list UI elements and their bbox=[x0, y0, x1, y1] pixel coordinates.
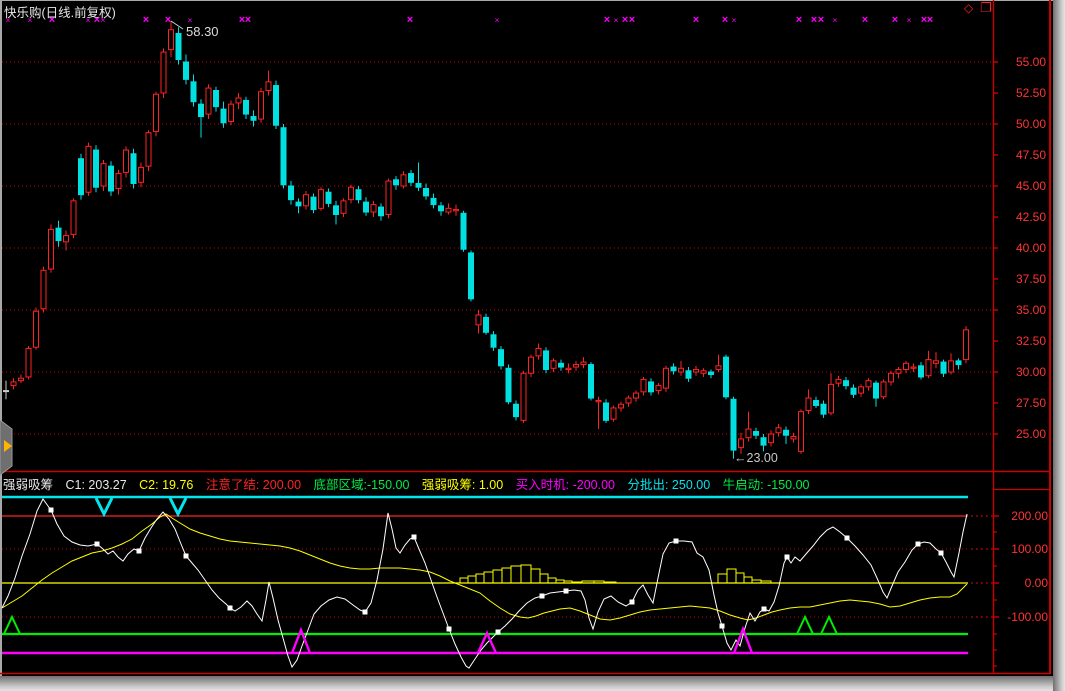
star-icon: × bbox=[833, 15, 838, 25]
price-axis-label: 55.00 bbox=[1016, 55, 1046, 69]
expand-panel-tab[interactable] bbox=[0, 420, 12, 475]
indicator-axis-label: 0.00 bbox=[1025, 576, 1049, 590]
indicator-c2-value: C2: 19.76 bbox=[139, 478, 193, 492]
indicator-buy-time-level: 买入时机: -200.00 bbox=[516, 478, 615, 492]
star-icon: × bbox=[722, 14, 728, 26]
star-icon: × bbox=[495, 15, 500, 25]
price-axis-label: 35.00 bbox=[1016, 303, 1046, 317]
star-icon: × bbox=[165, 14, 171, 26]
diamond-icon[interactable]: ◇ bbox=[964, 2, 973, 14]
indicator-bull-start-level: 牛启动: -150.00 bbox=[723, 478, 810, 492]
indicator-axis-label: 200.00 bbox=[1011, 509, 1048, 523]
star-icon: × bbox=[892, 14, 898, 26]
price-axis-label: 47.50 bbox=[1016, 148, 1046, 162]
chart-canvas: 55.00 52.50 50.00 47.50 45.00 42.50 40.00 37.50… bbox=[0, 0, 1065, 691]
star-icon: × bbox=[927, 14, 933, 26]
star-icon: × bbox=[604, 14, 610, 26]
star-icon: × bbox=[143, 14, 149, 26]
star-icon: × bbox=[818, 14, 824, 26]
star-icon: × bbox=[407, 14, 413, 26]
indicator-sell-warning-level: 注意了结: 200.00 bbox=[206, 478, 301, 492]
price-axis-label: 25.00 bbox=[1016, 427, 1046, 441]
star-icon: × bbox=[614, 15, 619, 25]
chart-title: 快乐购(日线.前复权) bbox=[4, 2, 116, 21]
price-axis: 55.00 52.50 50.00 47.50 45.00 42.50 40.00 37.50… bbox=[993, 55, 1046, 441]
indicator-main-value: 强弱吸筹: 1.00 bbox=[422, 478, 503, 492]
indicator-name: 强弱吸筹 bbox=[3, 478, 53, 492]
peak-price-label: 58.30 bbox=[186, 24, 219, 39]
price-axis-label: 45.00 bbox=[1016, 179, 1046, 193]
price-axis-label: 30.00 bbox=[1016, 365, 1046, 379]
star-icon: × bbox=[629, 14, 635, 26]
star-icon: × bbox=[622, 14, 628, 26]
screen: 55.00 52.50 50.00 47.50 45.00 42.50 40.00 37.50… bbox=[0, 0, 1065, 691]
price-axis-label: 37.50 bbox=[1016, 272, 1046, 286]
trough-price-label: ←23.00 bbox=[734, 451, 778, 465]
star-icon: × bbox=[693, 14, 699, 26]
indicator-sell-batch-level: 分批出: 250.00 bbox=[627, 478, 710, 492]
indicator-bottom-zone-level: 底部区域:-150.00 bbox=[314, 478, 410, 492]
star-icon: × bbox=[732, 15, 737, 25]
indicator-axis-label: 100.00 bbox=[1011, 542, 1048, 556]
price-axis-label: 50.00 bbox=[1016, 117, 1046, 131]
price-axis-label: 27.50 bbox=[1016, 396, 1046, 410]
price-axis-label: 42.50 bbox=[1016, 210, 1046, 224]
indicator-axis-label: -100.00 bbox=[1007, 610, 1048, 624]
indicator-plot-area[interactable] bbox=[2, 491, 993, 673]
indicator-axis: 200.00 100.00 0.00 -100.00 bbox=[993, 509, 1048, 666]
star-icon: × bbox=[811, 14, 817, 26]
restore-window-icon[interactable]: ❐ bbox=[980, 2, 992, 14]
price-axis-label: 32.50 bbox=[1016, 334, 1046, 348]
star-icon: × bbox=[796, 14, 802, 26]
indicator-c1-value: C1: 203.27 bbox=[66, 478, 127, 492]
price-axis-label: 40.00 bbox=[1016, 241, 1046, 255]
star-icon: × bbox=[245, 14, 251, 26]
main-plot-area[interactable] bbox=[2, 12, 993, 471]
star-icon: × bbox=[862, 14, 868, 26]
indicator-label-bar: 强弱吸筹 C1: 203.27 C2: 19.76 注意了结: 200.00 底… bbox=[3, 474, 819, 493]
price-axis-label: 52.50 bbox=[1016, 86, 1046, 100]
star-icon: × bbox=[907, 15, 912, 25]
